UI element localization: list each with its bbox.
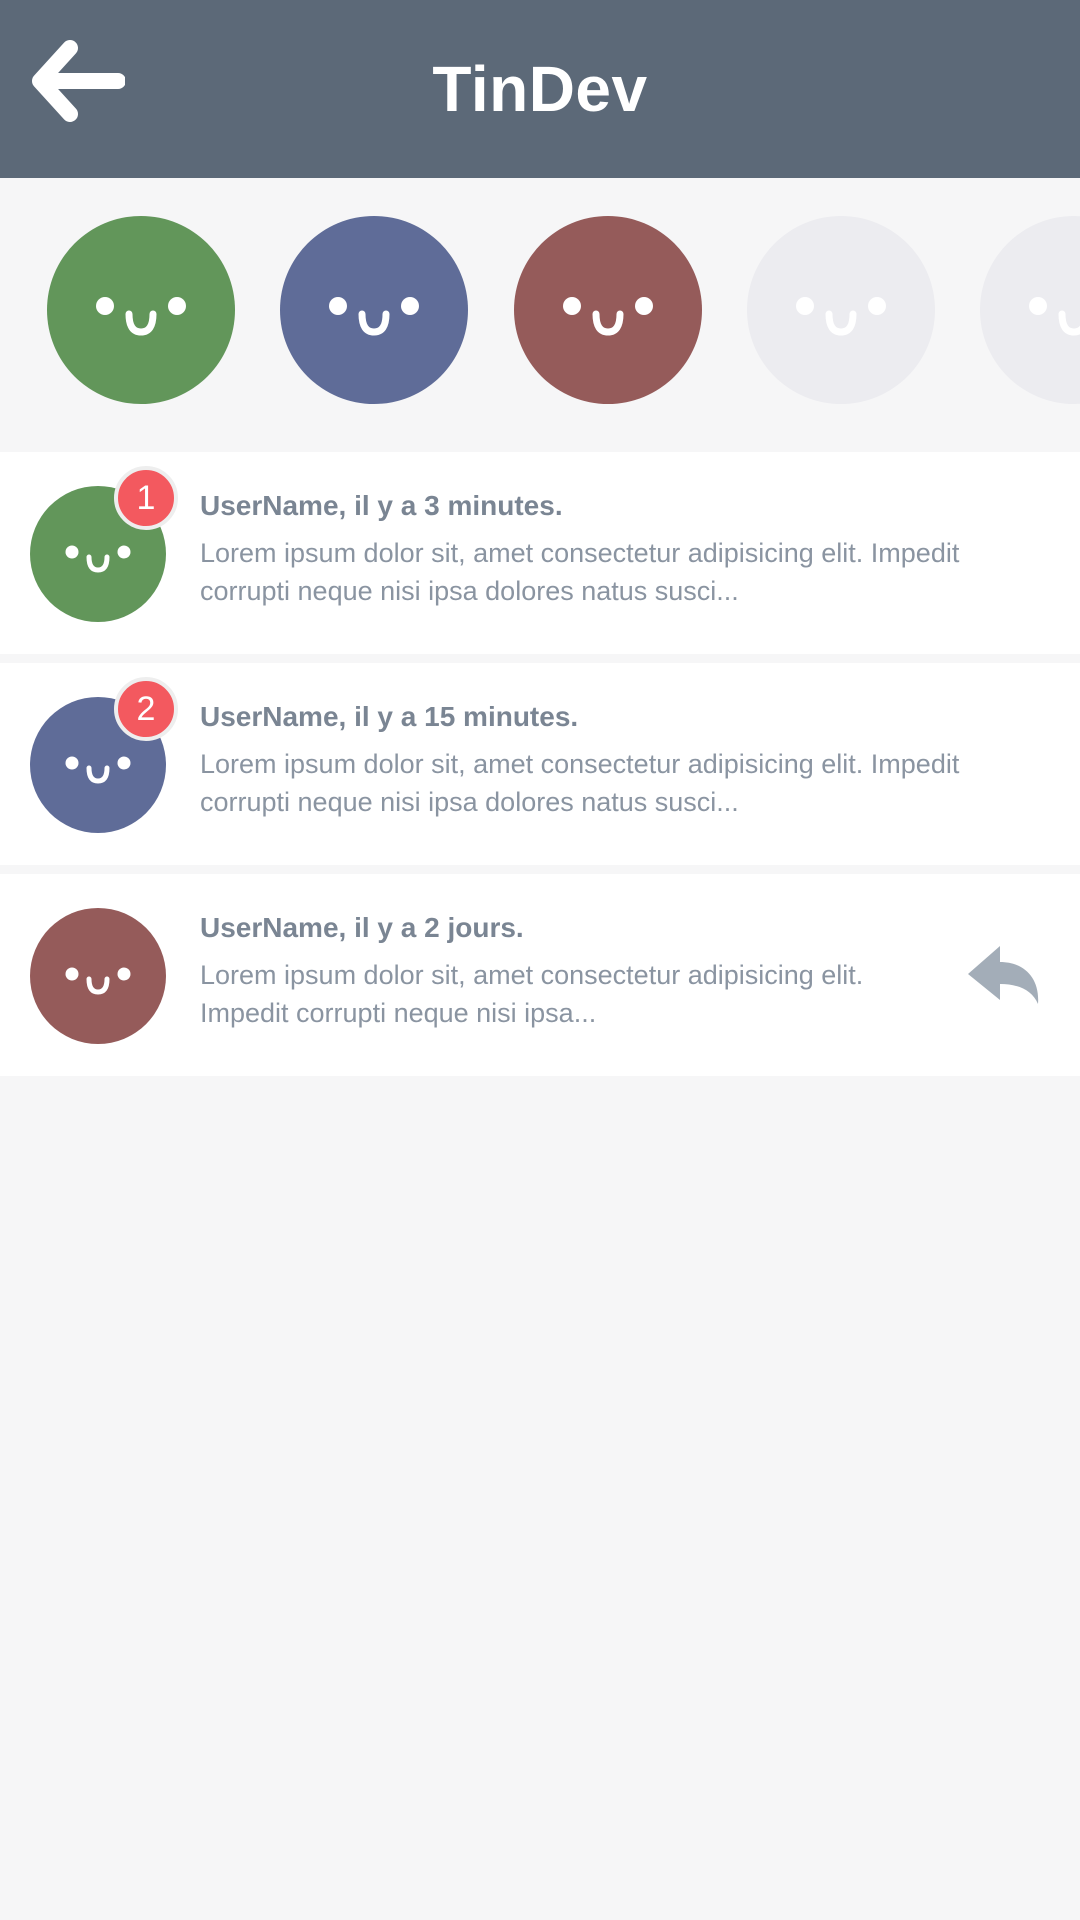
avatar xyxy=(30,908,166,1044)
smiley-face-icon xyxy=(65,967,131,995)
message-preview: Lorem ipsum dolor sit, amet consectetur … xyxy=(200,960,864,1028)
smiley-face-icon xyxy=(563,297,653,336)
conversation-item[interactable]: 1 UserName, il y a 3 minutes. Lorem ipsu… xyxy=(0,452,1080,654)
story-avatar-placeholder[interactable] xyxy=(747,216,935,404)
smiley-face-icon xyxy=(329,297,419,336)
reply-button[interactable] xyxy=(966,944,1042,1006)
arrow-left-icon xyxy=(32,40,126,122)
conversation-title: UserName, il y a 2 jours. xyxy=(200,912,524,943)
message-preview: Lorem ipsum dolor sit, amet consectetur … xyxy=(200,749,960,817)
story-avatar[interactable] xyxy=(514,216,702,404)
smiley-face-icon xyxy=(96,297,186,336)
story-avatar-placeholder[interactable] xyxy=(980,216,1080,404)
stories-strip xyxy=(0,178,1080,452)
conversation-title: UserName, il y a 3 minutes. xyxy=(200,490,563,521)
conversation-title: UserName, il y a 15 minutes. xyxy=(200,701,579,732)
smiley-face-icon xyxy=(796,297,886,336)
message-preview: Lorem ipsum dolor sit, amet consectetur … xyxy=(200,538,960,606)
story-avatar[interactable] xyxy=(47,216,235,404)
unread-badge: 1 xyxy=(114,466,178,530)
smiley-face-icon xyxy=(1029,297,1080,336)
conversation-item[interactable]: UserName, il y a 2 jours. Lorem ipsum do… xyxy=(0,874,1080,1076)
app-title: TinDev xyxy=(432,53,648,125)
story-avatar[interactable] xyxy=(280,216,468,404)
conversation-item[interactable]: 2 UserName, il y a 15 minutes. Lorem ips… xyxy=(0,663,1080,865)
reply-icon xyxy=(968,946,1039,1004)
back-button[interactable] xyxy=(30,38,126,124)
app-header: TinDev xyxy=(0,0,1080,178)
unread-badge: 2 xyxy=(114,677,178,741)
